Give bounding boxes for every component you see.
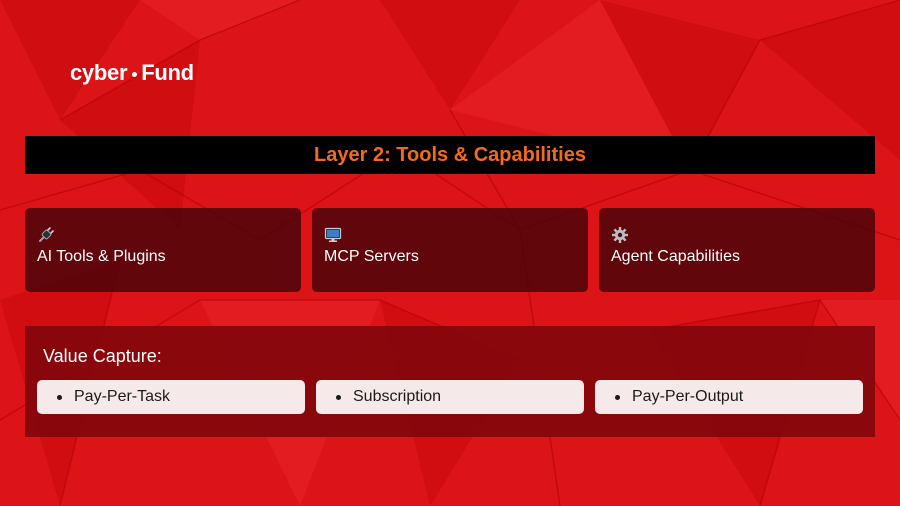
value-capture-title: Value Capture: [43,346,162,366]
value-capture-panel: Value Capture: Pay-Per-Task Subscription… [25,326,875,437]
value-item-label: Subscription [353,388,442,405]
bullet-icon [336,394,341,400]
gear-icon [612,227,628,243]
bullet-icon [57,394,62,400]
title-bar: Layer 2: Tools & Capabilities [25,136,875,174]
page-title: Layer 2: Tools & Capabilities [314,143,586,166]
plug-icon [39,227,54,242]
value-item-label: Pay-Per-Task [74,388,171,405]
value-item-pay-per-task: Pay-Per-Task [37,380,305,414]
card-ai-tools: AI Tools & Plugins [25,208,301,292]
desktop-computer-icon [324,227,342,242]
capability-cards: AI Tools & Plugins MCP Servers Agent Cap… [25,208,875,292]
logo-text-fund: Fund [141,60,194,85]
logo-dot [132,71,138,77]
logo-text-cyber: cyber [70,60,128,85]
value-item-label: Pay-Per-Output [632,388,744,405]
value-item-pay-per-output: Pay-Per-Output [595,380,863,414]
card-label: Agent Capabilities [611,248,740,265]
logo: cyber Fund [70,60,194,86]
card-agent-capabilities: Agent Capabilities [599,208,875,292]
card-label: MCP Servers [324,248,419,265]
card-label: AI Tools & Plugins [37,248,166,265]
bullet-icon [615,394,620,400]
value-item-subscription: Subscription [316,380,584,414]
card-mcp-servers: MCP Servers [312,208,588,292]
